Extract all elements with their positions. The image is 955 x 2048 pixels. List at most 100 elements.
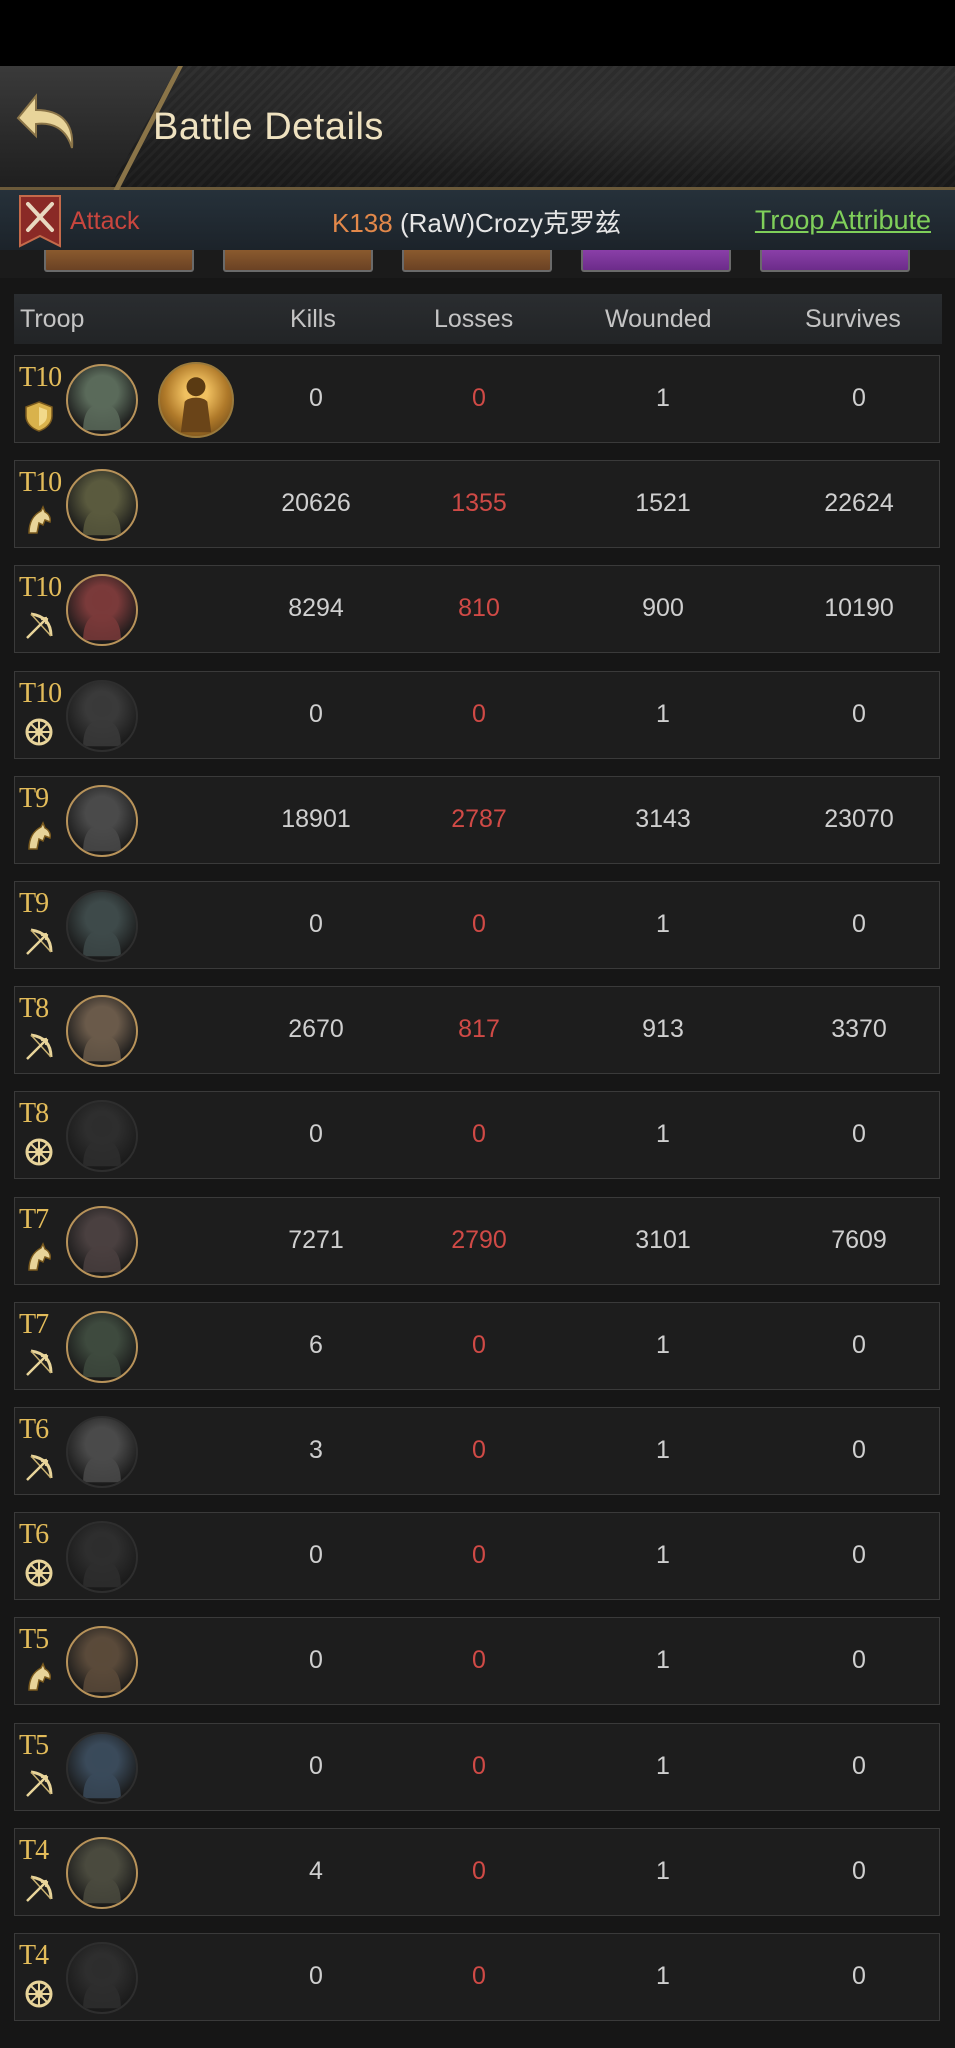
- tier-label: T10: [19, 677, 62, 709]
- tier-label: T10: [19, 467, 62, 499]
- hero-tabs: [0, 250, 955, 278]
- troop-row[interactable]: T10 0 0 1 0: [14, 355, 940, 443]
- troop-portrait[interactable]: [66, 890, 138, 962]
- losses-value: 0: [472, 1856, 486, 1885]
- troop-portrait[interactable]: [66, 364, 138, 436]
- survives-value: 22624: [824, 489, 894, 518]
- troop-row[interactable]: T8 2670 817 913 3370: [14, 986, 940, 1075]
- losses-value: 810: [458, 594, 500, 623]
- troop-portrait[interactable]: [66, 574, 138, 647]
- column-kills: Kills: [290, 305, 336, 333]
- survives-value: 0: [852, 1330, 866, 1359]
- wounded-value: 913: [642, 1015, 684, 1044]
- losses-value: 0: [472, 910, 486, 938]
- survives-value: 0: [852, 910, 866, 938]
- cavalry-icon: [23, 505, 55, 537]
- wounded-value: 1: [656, 1962, 670, 1990]
- troop-row[interactable]: T4 4 0 1 0: [14, 1827, 940, 1916]
- column-survives: Survives: [805, 305, 901, 333]
- tier-label: T6: [19, 1519, 49, 1551]
- column-header: Troop Kills Losses Wounded Survives: [14, 294, 942, 344]
- tier-label: T4: [19, 1940, 49, 1971]
- hero-tab[interactable]: [44, 250, 194, 272]
- page-title: Battle Details: [153, 106, 384, 148]
- troop-row[interactable]: T10 8294 810 900 10190: [14, 565, 940, 654]
- survives-value: 10190: [824, 594, 894, 623]
- troop-portrait[interactable]: [66, 1731, 138, 1804]
- losses-value: 0: [472, 1120, 486, 1149]
- siege-icon: [23, 716, 55, 748]
- archer-icon: [23, 1031, 55, 1063]
- kills-value: 6: [309, 1330, 323, 1359]
- troop-row[interactable]: T5 0 0 1 0: [14, 1722, 940, 1811]
- kills-value: 0: [309, 910, 323, 938]
- troop-portrait[interactable]: [66, 1836, 138, 1909]
- opponent-name: K138 (RaW)Crozy克罗兹: [332, 203, 621, 240]
- kills-value: 8294: [288, 594, 344, 623]
- survives-value: 0: [852, 1541, 866, 1570]
- kills-value: 4: [309, 1856, 323, 1885]
- survives-value: 0: [852, 1436, 866, 1464]
- losses-value: 0: [472, 1646, 486, 1675]
- troop-attribute-link[interactable]: Troop Attribute: [755, 205, 931, 236]
- troop-portrait[interactable]: [66, 1205, 138, 1278]
- cavalry-icon: [23, 1241, 55, 1274]
- troop-row[interactable]: T6 0 0 1 0: [14, 1512, 940, 1601]
- troop-row[interactable]: T10 0 0 1 0: [14, 670, 940, 759]
- archer-icon: [23, 1768, 55, 1800]
- attack-bar: Attack K138 (RaW)Crozy克罗兹 Troop Attribut…: [0, 190, 955, 251]
- troop-portrait[interactable]: [66, 1626, 138, 1699]
- troop-portrait[interactable]: [66, 1100, 138, 1173]
- hero-tab[interactable]: [402, 250, 552, 272]
- troop-portrait[interactable]: [66, 995, 138, 1068]
- troop-portrait[interactable]: [66, 1310, 138, 1383]
- losses-value: 0: [472, 1541, 486, 1570]
- tier-label: T8: [19, 1098, 49, 1130]
- survives-value: 7609: [831, 1225, 887, 1254]
- troop-row[interactable]: T9 0 0 1 0: [14, 881, 940, 969]
- troop-row[interactable]: T9 18901 2787 3143 23070: [14, 775, 940, 864]
- troop-portrait[interactable]: [66, 1521, 138, 1594]
- troop-row[interactable]: T4 0 0 1 0: [14, 1933, 940, 2021]
- tier-label: T8: [19, 993, 49, 1025]
- troop-row[interactable]: T5 0 0 1 0: [14, 1617, 940, 1706]
- hero-tab[interactable]: [760, 250, 910, 272]
- wounded-value: 1: [656, 384, 670, 412]
- troop-row[interactable]: T10 20626 1355 1521 22624: [14, 460, 940, 549]
- wounded-value: 3101: [635, 1225, 691, 1254]
- shield-icon: [23, 400, 55, 432]
- troop-portrait[interactable]: [66, 1416, 138, 1488]
- tier-label: T9: [19, 888, 49, 919]
- survives-value: 0: [852, 1962, 866, 1990]
- troop-portrait[interactable]: [66, 469, 138, 542]
- wounded-value: 1: [656, 1751, 670, 1780]
- wounded-value: 1: [656, 699, 670, 728]
- wounded-value: 900: [642, 594, 684, 623]
- wounded-value: 1: [656, 1856, 670, 1885]
- column-wounded: Wounded: [605, 305, 712, 333]
- troop-portrait[interactable]: [66, 784, 138, 857]
- losses-value: 817: [458, 1015, 500, 1044]
- hero-portrait[interactable]: [158, 362, 234, 438]
- troop-row[interactable]: T6 3 0 1 0: [14, 1407, 940, 1495]
- losses-value: 0: [472, 1330, 486, 1359]
- archer-icon: [23, 1873, 55, 1905]
- hero-tab[interactable]: [581, 250, 731, 272]
- player-name: (RaW)Crozy克罗兹: [399, 208, 621, 238]
- kills-value: 0: [309, 1751, 323, 1780]
- troop-portrait[interactable]: [66, 679, 138, 752]
- survives-value: 3370: [831, 1015, 887, 1044]
- back-arrow-icon[interactable]: [14, 88, 84, 158]
- troop-portrait[interactable]: [66, 1942, 138, 2014]
- status-bar: [0, 0, 955, 66]
- cavalry-icon: [23, 1662, 55, 1694]
- troop-row[interactable]: T8 0 0 1 0: [14, 1091, 940, 1180]
- tier-label: T9: [19, 782, 49, 814]
- wounded-value: 1: [656, 910, 670, 938]
- wounded-value: 1: [656, 1436, 670, 1464]
- troop-row[interactable]: T7 7271 2790 3101 7609: [14, 1196, 940, 1285]
- wounded-value: 1: [656, 1646, 670, 1675]
- losses-value: 1355: [451, 489, 507, 518]
- hero-tab[interactable]: [223, 250, 373, 272]
- troop-row[interactable]: T7 6 0 1 0: [14, 1301, 940, 1390]
